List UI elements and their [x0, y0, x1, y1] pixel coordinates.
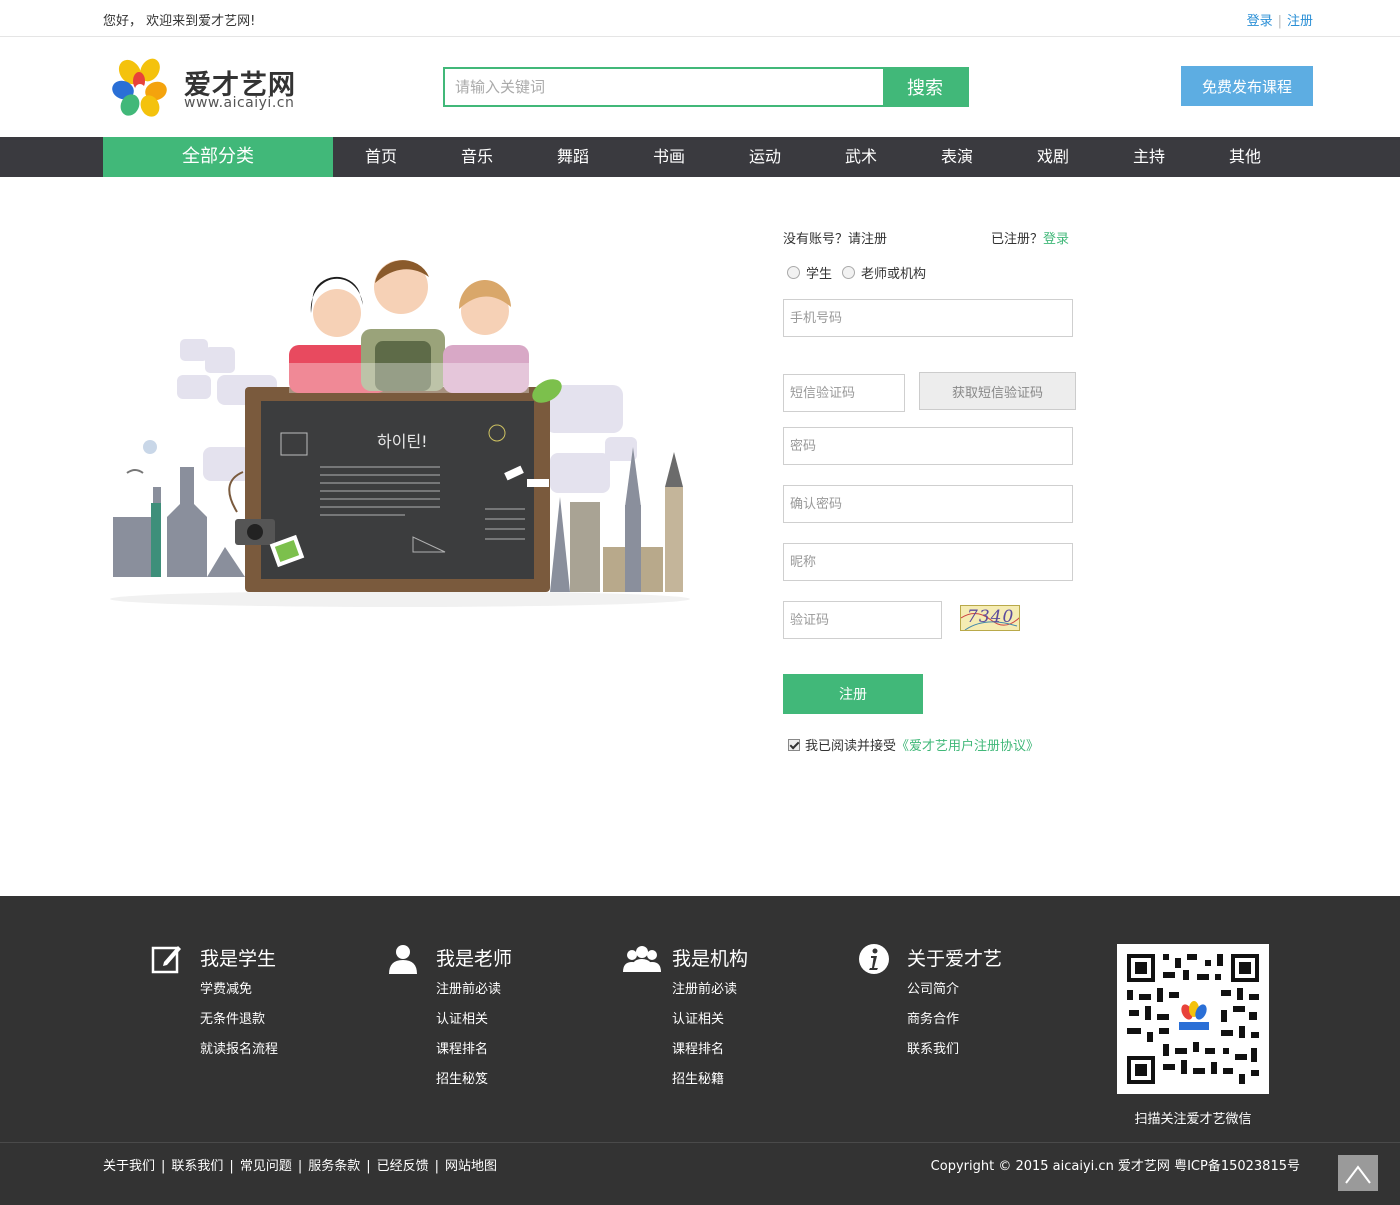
search-button[interactable]: 搜索 [883, 69, 967, 105]
publish-course-button[interactable]: 免费发布课程 [1181, 66, 1313, 106]
bottom-link[interactable]: 联系我们 [171, 1159, 223, 1174]
footer-links: 公司简介 商务合作 联系我们 [907, 978, 959, 1068]
footer-link[interactable]: 课程排名 [436, 1038, 501, 1068]
footer-links: 注册前必读 认证相关 课程排名 招生秘笈 [436, 978, 501, 1098]
agree-text: 我已阅读并接受 [805, 739, 897, 754]
footer-link[interactable]: 无条件退款 [200, 1008, 278, 1038]
footer-link[interactable]: 就读报名流程 [200, 1038, 278, 1068]
footer-link[interactable]: 联系我们 [907, 1038, 959, 1068]
qr-label: 扫描关注爱才艺微信 [1134, 1112, 1252, 1127]
kids-blackboard-illustration: 하이틴! [110, 260, 690, 607]
register-submit-button[interactable]: 注册 [783, 674, 923, 714]
blackboard-title: 하이틴! [377, 432, 428, 451]
login-prompt-text: 已注册？ [991, 232, 1044, 247]
copyright-text: Copyright © 2015 aicaiyi.cn 爱才艺网 粤ICP备15… [930, 1159, 1300, 1174]
user-icon [389, 945, 417, 974]
footer-link[interactable]: 认证相关 [436, 1008, 501, 1038]
bottom-link[interactable]: 常见问题 [240, 1159, 292, 1174]
password-input[interactable] [783, 427, 1073, 465]
flower-logo-icon [112, 58, 167, 117]
agree-checkbox[interactable] [788, 738, 800, 751]
search-input[interactable] [445, 69, 885, 105]
footer-link[interactable]: 注册前必读 [672, 978, 737, 1008]
footer: 我是学生 学费减免 无条件退款 就读报名流程 我是老师 注册前必读 认证相关 课… [0, 896, 1400, 1205]
nav-item[interactable]: 舞蹈 [525, 137, 621, 177]
bottom-separator: | [229, 1159, 234, 1174]
login-prompt: 已注册？登录 [991, 228, 1069, 247]
footer-link[interactable]: 商务合作 [907, 1008, 959, 1038]
nav-item[interactable]: 戏剧 [1005, 137, 1101, 177]
chevron-up-icon [1345, 1165, 1371, 1184]
auth-separator: | [1277, 14, 1282, 29]
users-group-icon [623, 946, 661, 972]
info-icon [859, 944, 889, 974]
welcome-text: 您好， 欢迎来到爱才艺网! [103, 14, 256, 29]
role-student-radio[interactable] [787, 266, 800, 279]
nav-item[interactable]: 其他 [1197, 137, 1293, 177]
bottom-link[interactable]: 关于我们 [103, 1159, 155, 1174]
nav-item[interactable]: 表演 [909, 137, 1005, 177]
top-register-link[interactable]: 注册 [1287, 14, 1313, 29]
footer-link[interactable]: 招生秘笈 [436, 1068, 501, 1098]
top-bar: 您好， 欢迎来到爱才艺网! 登录 | 注册 [0, 0, 1400, 37]
footer-link[interactable]: 公司简介 [907, 978, 959, 1008]
footer-link[interactable]: 注册前必读 [436, 978, 501, 1008]
bottom-separator: | [297, 1159, 303, 1174]
search-box: 搜索 [443, 67, 969, 107]
get-sms-code-button[interactable]: 获取短信验证码 [919, 372, 1076, 410]
footer-divider [0, 1142, 1400, 1143]
main-nav: 全部分类 首页 音乐 舞蹈 书画 运动 武术 表演 戏剧 主持 其他 [0, 137, 1400, 177]
role-teacher-radio[interactable] [842, 266, 856, 279]
wechat-qr-code [1117, 944, 1269, 1094]
captcha-text: 7340 [967, 607, 1015, 627]
footer-col-title: 关于爱才艺 [907, 948, 1003, 970]
footer-links: 学费减免 无条件退款 就读报名流程 [200, 978, 278, 1068]
role-teacher-label: 老师或机构 [861, 267, 927, 282]
nav-items: 首页 音乐 舞蹈 书画 运动 武术 表演 戏剧 主持 其他 [333, 137, 1293, 177]
nav-item[interactable]: 书画 [621, 137, 717, 177]
footer-col-title: 我是学生 [200, 948, 277, 970]
header: 爱才艺网 www.aicaiyi.cn 搜索 免费发布课程 [0, 37, 1400, 137]
footer-link[interactable]: 学费减免 [200, 978, 278, 1008]
bottom-separator: | [366, 1159, 371, 1174]
nickname-input[interactable] [783, 543, 1073, 581]
nav-item[interactable]: 运动 [717, 137, 813, 177]
footer-links: 注册前必读 认证相关 课程排名 招生秘籍 [672, 978, 737, 1098]
bottom-link[interactable]: 服务条款 [308, 1159, 360, 1174]
nav-item[interactable]: 首页 [333, 137, 429, 177]
footer-link[interactable]: 招生秘籍 [672, 1068, 737, 1098]
top-login-link[interactable]: 登录 [1247, 14, 1273, 29]
bottom-separator: | [161, 1159, 166, 1174]
sms-code-input[interactable] [783, 374, 905, 412]
auth-links: 登录 | 注册 [1247, 10, 1313, 29]
footer-col-title: 我是老师 [436, 948, 513, 970]
back-to-top-button[interactable] [1338, 1155, 1378, 1191]
nav-item[interactable]: 武术 [813, 137, 909, 177]
phone-input[interactable] [783, 299, 1073, 337]
site-logo[interactable]: 爱才艺网 www.aicaiyi.cn [110, 57, 310, 117]
bottom-separator: | [434, 1159, 440, 1174]
agreement-row: 我已阅读并接受 《爱才艺用户注册协议》 [788, 735, 1039, 754]
main-content: 하이틴! 没有账号？请注册 已注册？登录 学生 老师或机构 手机号码 短信验证码… [0, 177, 1400, 896]
role-student-label: 学生 [806, 267, 833, 282]
captcha-input[interactable] [783, 601, 942, 639]
logo-url: www.aicaiyi.cn [184, 95, 295, 111]
confirm-password-input[interactable] [783, 485, 1073, 523]
nav-item[interactable]: 主持 [1101, 137, 1197, 177]
footer-link[interactable]: 认证相关 [672, 1008, 737, 1038]
edit-icon [151, 946, 181, 974]
bottom-link[interactable]: 已经反馈 [377, 1159, 429, 1174]
user-agreement-link[interactable]: 《爱才艺用户注册协议》 [896, 735, 1039, 754]
form-login-link[interactable]: 登录 [1043, 232, 1069, 247]
bottom-link[interactable]: 网站地图 [445, 1159, 497, 1174]
nav-item[interactable]: 音乐 [429, 137, 525, 177]
captcha-image[interactable]: 7340 [960, 605, 1020, 631]
role-selector: 学生 老师或机构 [787, 263, 936, 282]
footer-link[interactable]: 课程排名 [672, 1038, 737, 1068]
footer-col-title: 我是机构 [672, 948, 749, 970]
footer-bottom-links: 关于我们 | 联系我们 | 常见问题 | 服务条款 | 已经反馈 | 网站地图 [103, 1155, 497, 1174]
register-prompt: 没有账号？请注册 [783, 232, 888, 247]
all-categories-button[interactable]: 全部分类 [103, 137, 333, 177]
